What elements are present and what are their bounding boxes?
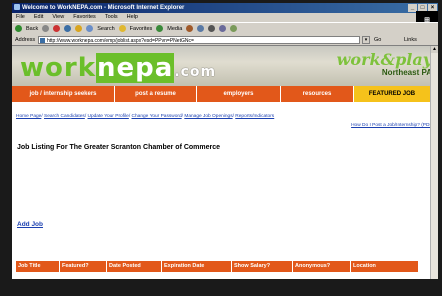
nav-resources[interactable]: resources bbox=[281, 86, 354, 102]
address-bar: Address http://www.worknepa.com/emp/jobl… bbox=[12, 34, 438, 46]
page-heading: Job Listing For The Greater Scranton Cha… bbox=[17, 144, 221, 151]
menu-help[interactable]: Help bbox=[127, 13, 138, 22]
work-play-logo: work&play Northeast PA bbox=[337, 52, 432, 78]
web-page: worknepa.com work&play Northeast PA job … bbox=[12, 46, 438, 279]
col-job-title[interactable]: Job Title bbox=[16, 261, 60, 272]
links-button[interactable]: Links bbox=[404, 34, 417, 46]
edit-icon[interactable] bbox=[219, 25, 227, 32]
nav-job-seekers[interactable]: job / internship seekers bbox=[12, 86, 115, 102]
nav-post-resume[interactable]: post a resume bbox=[115, 86, 197, 102]
ie-icon bbox=[14, 4, 20, 11]
job-table-header: Job Title Featured? Date Posted Expirati… bbox=[16, 261, 419, 272]
address-dropdown-icon[interactable]: ▾ bbox=[362, 36, 370, 44]
col-location[interactable]: Location bbox=[351, 261, 419, 272]
search-icon[interactable] bbox=[86, 25, 94, 32]
add-job-link[interactable]: Add Job bbox=[17, 221, 43, 228]
refresh-icon[interactable] bbox=[64, 25, 72, 32]
col-date-posted[interactable]: Date Posted bbox=[107, 261, 162, 272]
menu-file[interactable]: File bbox=[16, 13, 25, 22]
discuss-icon[interactable] bbox=[230, 25, 238, 32]
media-icon[interactable] bbox=[156, 25, 164, 32]
link-manage-job-openings[interactable]: Manage Job Openings bbox=[184, 114, 232, 119]
stop-icon[interactable] bbox=[53, 25, 61, 32]
col-featured[interactable]: Featured? bbox=[60, 261, 107, 272]
browser-window: Welcome to WorkNEPA.com - Microsoft Inte… bbox=[12, 3, 438, 279]
title-bar: Welcome to WorkNEPA.com - Microsoft Inte… bbox=[12, 3, 438, 13]
back-button[interactable]: Back bbox=[26, 23, 38, 35]
forward-arrow-icon[interactable] bbox=[42, 25, 50, 32]
menu-view[interactable]: View bbox=[52, 13, 64, 22]
history-icon[interactable] bbox=[186, 25, 194, 32]
vertical-scrollbar[interactable]: ▲ bbox=[430, 46, 438, 279]
logo-work: work bbox=[20, 53, 96, 83]
link-update-profile[interactable]: Update Your Profile bbox=[88, 114, 129, 119]
main-nav: job / internship seekers post a resume e… bbox=[12, 86, 438, 102]
link-home-page[interactable]: Home Page bbox=[16, 114, 41, 119]
media-button[interactable]: Media bbox=[167, 23, 182, 35]
address-input[interactable]: http://www.worknepa.com/emp/joblist.aspx… bbox=[38, 36, 360, 44]
logo-nepa: nepa bbox=[96, 53, 175, 83]
site-banner: worknepa.com work&play Northeast PA bbox=[12, 46, 438, 86]
menu-edit[interactable]: Edit bbox=[34, 13, 43, 22]
col-expiration-date[interactable]: Expiration Date bbox=[162, 261, 232, 272]
employer-links: Home Page/ Search Candidates/ Update You… bbox=[16, 114, 275, 119]
go-button[interactable]: Go bbox=[374, 34, 381, 46]
nav-employers[interactable]: employers bbox=[197, 86, 281, 102]
screenshot-frame: Welcome to WorkNEPA.com - Microsoft Inte… bbox=[0, 0, 442, 296]
print-icon[interactable] bbox=[208, 25, 216, 32]
mail-icon[interactable] bbox=[197, 25, 205, 32]
menu-tools[interactable]: Tools bbox=[105, 13, 118, 22]
link-change-password[interactable]: Change Your Password bbox=[132, 114, 182, 119]
work-play-text: work&play bbox=[336, 50, 432, 69]
menu-bar: File Edit View Favorites Tools Help ⊞ bbox=[12, 11, 438, 31]
window-title: Welcome to WorkNEPA.com - Microsoft Inte… bbox=[22, 5, 185, 11]
favorites-button[interactable]: Favorites bbox=[130, 23, 153, 35]
menu-favorites[interactable]: Favorites bbox=[73, 13, 96, 22]
nav-featured-job[interactable]: FEATURED JOB bbox=[354, 86, 430, 102]
logo-dotcom: .com bbox=[174, 64, 217, 80]
northeast-pa-text: Northeast PA bbox=[381, 68, 432, 77]
link-search-candidates[interactable]: Search Candidates bbox=[44, 114, 85, 119]
col-anonymous[interactable]: Anonymous? bbox=[293, 261, 351, 272]
favorites-icon[interactable] bbox=[118, 25, 126, 32]
how-to-post-link[interactable]: How Do I Post a Job/Internship? (PDF) bbox=[351, 123, 434, 128]
home-icon[interactable] bbox=[75, 25, 83, 32]
address-label: Address bbox=[15, 37, 36, 43]
col-show-salary[interactable]: Show Salary? bbox=[232, 261, 293, 272]
toolbar: Back Search Favorites Media bbox=[12, 22, 438, 34]
link-reports-indicators[interactable]: Reports/Indicators bbox=[235, 114, 274, 119]
scroll-up-arrow-icon[interactable]: ▲ bbox=[431, 46, 438, 53]
worknepa-logo[interactable]: worknepa.com bbox=[20, 53, 217, 86]
search-button[interactable]: Search bbox=[97, 23, 114, 35]
back-arrow-icon[interactable] bbox=[15, 25, 22, 32]
